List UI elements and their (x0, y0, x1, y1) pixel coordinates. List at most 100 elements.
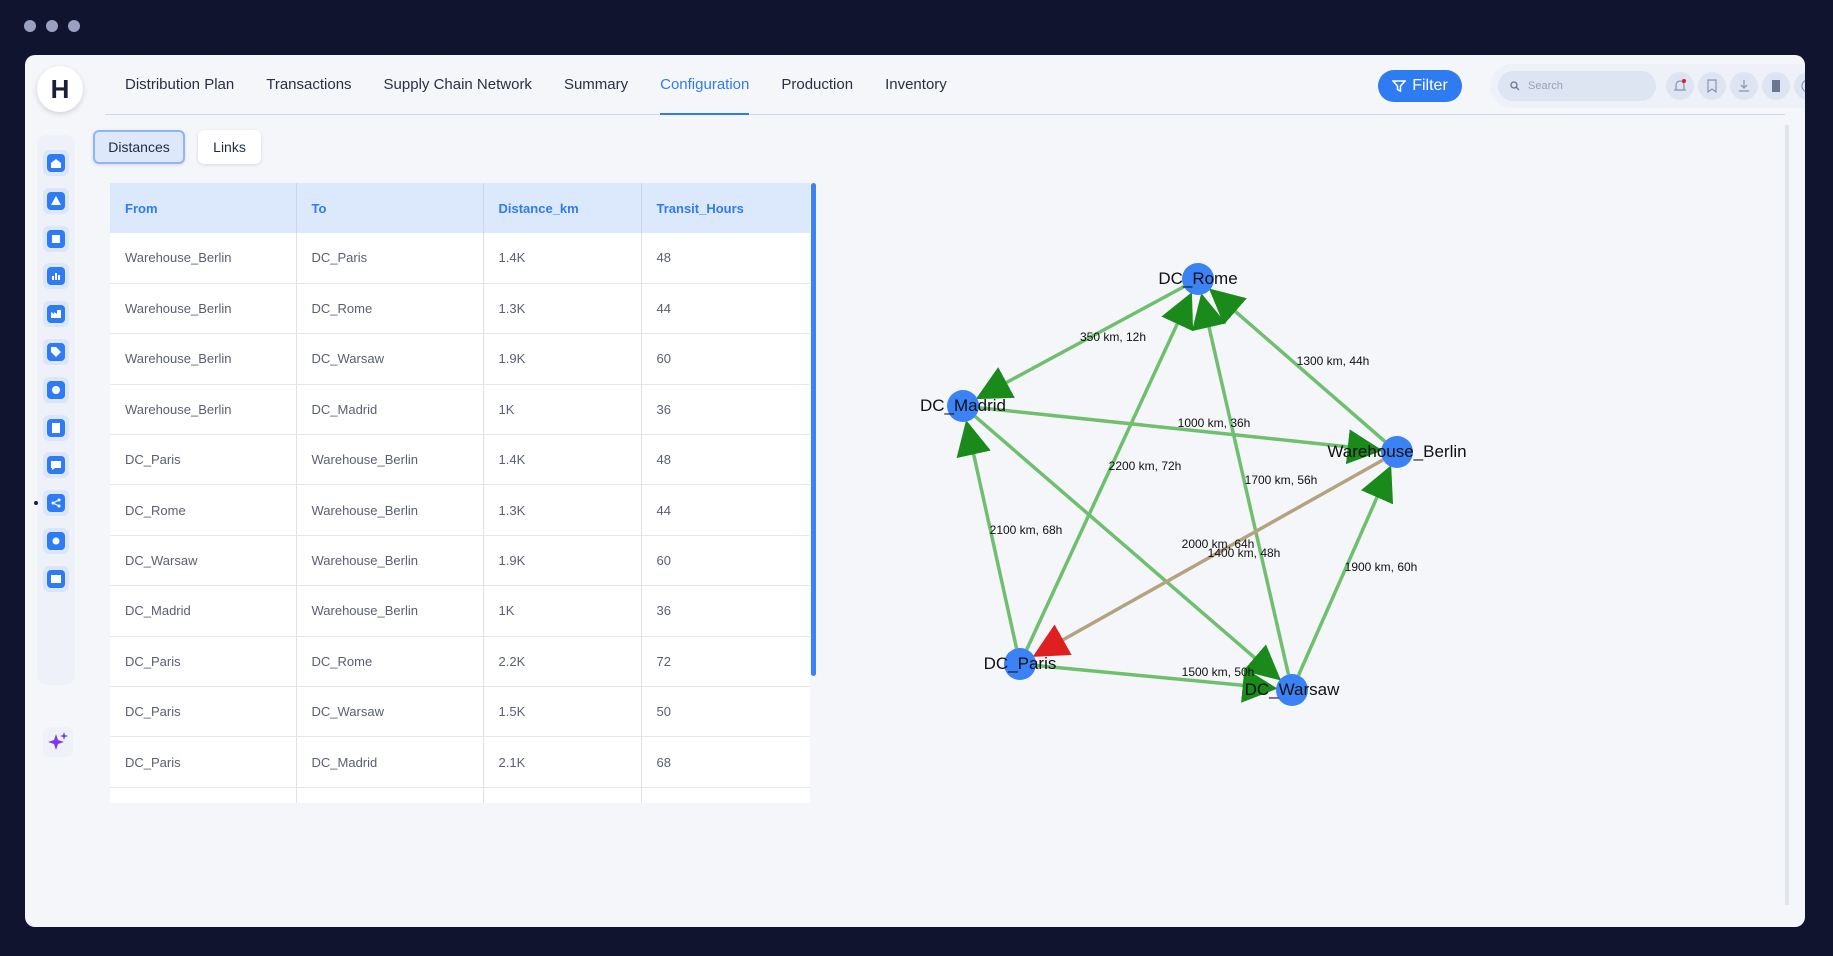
chart-icon (47, 267, 65, 286)
column-header[interactable]: Transit_Hours (641, 183, 810, 233)
table-cell: DC_Paris (110, 636, 297, 688)
tab-production[interactable]: Production (781, 55, 853, 115)
table-row[interactable]: DC_Paris DC_Warsaw 1.5K 50 (110, 686, 810, 738)
table-cell: Warehouse_Berlin (110, 283, 297, 335)
bookmark-button[interactable] (1698, 72, 1726, 100)
filter-label: Filter (1412, 77, 1448, 94)
sparkle-icon (48, 732, 68, 750)
table-row[interactable]: DC_Paris Warehouse_Berlin 1.4K 48 (110, 434, 810, 486)
table-cell: DC_Rome (110, 484, 297, 536)
table-cell: DC_Warsaw (110, 535, 297, 587)
table-cell: 36 (641, 384, 810, 436)
table-cell: Warehouse_Berlin (110, 233, 297, 284)
sidebar-item-mail[interactable] (43, 565, 69, 592)
download-button[interactable] (1730, 72, 1758, 100)
table-row[interactable]: DC_RomeDC_Paris2.2K72 (110, 787, 810, 803)
book-icon (1772, 80, 1780, 92)
network-graph: 350 km, 12h 1300 km, 44h 1000 km, 36h 2200 … (825, 180, 1785, 805)
table-row[interactable]: DC_Warsaw Warehouse_Berlin 1.9K 60 (110, 535, 810, 587)
edge-label: 350 km, 12h (1080, 330, 1146, 344)
sidebar-item-tag[interactable] (43, 339, 69, 365)
node-label: DC_Paris (984, 654, 1057, 673)
table-cell: 48 (641, 233, 810, 284)
edge-label: 1700 km, 56h (1245, 473, 1318, 487)
sidebar-item-home[interactable] (43, 150, 69, 176)
table-cell: DC_Paris (296, 787, 484, 803)
sidebar-item-factory[interactable] (43, 301, 69, 328)
search-box (1498, 71, 1656, 101)
sidebar-item-inventory[interactable] (43, 225, 69, 252)
sidebar-item-network[interactable] (43, 490, 69, 517)
tag-icon (47, 343, 65, 361)
edge-label: 1000 km, 36h (1178, 416, 1251, 430)
table-cell: 1.9K (483, 333, 642, 385)
help-button[interactable] (1794, 72, 1805, 100)
table-row[interactable]: DC_Rome Warehouse_Berlin 1.3K 44 (110, 484, 810, 536)
top-navigation: Distribution Plan Transactions Supply Chai… (105, 55, 1805, 115)
sidebar-item-alert[interactable] (43, 187, 69, 214)
message-icon (47, 456, 65, 475)
node-label: DC_Warsaw (1245, 680, 1340, 699)
bell-icon (1673, 79, 1687, 91)
table-cell: 60 (641, 333, 810, 385)
table-row[interactable]: DC_Paris DC_Madrid 2.1K 68 (110, 736, 810, 788)
sidebar-item-message[interactable] (43, 452, 69, 479)
network-icon (47, 494, 65, 513)
table-cell: DC_Paris (110, 736, 297, 788)
table-cell: 72 (641, 636, 810, 688)
app-logo[interactable]: H (37, 66, 83, 112)
table-cell: DC_Paris (296, 233, 484, 284)
table-cell: 1K (483, 585, 642, 637)
table-cell: 50 (641, 686, 810, 738)
notification-button[interactable] (1666, 72, 1694, 100)
sidebar-item-hand[interactable] (43, 376, 69, 403)
table-row[interactable]: Warehouse_Berlin DC_Paris 1.4K 48 (110, 233, 810, 284)
book-button[interactable] (1762, 72, 1790, 100)
table-cell: DC_Rome (110, 787, 297, 803)
table-row[interactable]: DC_Madrid Warehouse_Berlin 1K 36 (110, 585, 810, 637)
help-icon (1801, 80, 1805, 92)
table-row[interactable]: DC_Paris DC_Rome 2.2K 72 (110, 636, 810, 688)
sidebar-item-chart[interactable] (43, 263, 69, 290)
table-cell: DC_Madrid (296, 736, 484, 788)
toolbar-right (1490, 64, 1805, 108)
inventory-icon (47, 229, 65, 248)
tab-configuration[interactable]: Configuration (660, 55, 750, 115)
table-row[interactable]: Warehouse_Berlin DC_Madrid 1K 36 (110, 384, 810, 436)
table-row[interactable]: Warehouse_Berlin DC_Rome 1.3K 44 (110, 283, 810, 335)
subtab-links[interactable]: Links (198, 130, 261, 164)
table-cell: 1.4K (483, 233, 642, 284)
table-cell: 72 (641, 787, 810, 803)
mail-icon (47, 569, 65, 588)
table-row[interactable]: Warehouse_Berlin DC_Warsaw 1.9K 60 (110, 333, 810, 385)
sidebar-item-settings[interactable] (43, 528, 69, 554)
tab-supply-chain-network[interactable]: Supply Chain Network (384, 55, 532, 115)
search-input[interactable] (1528, 80, 1638, 92)
column-header[interactable]: From (110, 183, 297, 233)
table-cell: Warehouse_Berlin (296, 585, 484, 637)
filter-button[interactable]: Filter (1378, 70, 1462, 102)
hand-icon (47, 380, 65, 399)
tab-summary[interactable]: Summary (564, 55, 628, 115)
table-cell: 44 (641, 484, 810, 536)
factory-icon (47, 305, 65, 324)
page-scrollbar[interactable] (1785, 125, 1789, 905)
sidebar-item-report[interactable] (43, 414, 69, 441)
bookmark-icon (1707, 79, 1717, 93)
column-header[interactable]: Distance_km (483, 183, 642, 233)
table-cell: 1.5K (483, 686, 642, 738)
table-cell: 60 (641, 535, 810, 587)
tab-inventory[interactable]: Inventory (885, 55, 947, 115)
column-header[interactable]: To (296, 183, 484, 233)
subtab-distances[interactable]: Distances (93, 130, 185, 164)
home-icon (47, 154, 65, 172)
table-scrollbar[interactable] (811, 183, 816, 676)
sidebar (34, 135, 75, 685)
alert-icon (47, 191, 65, 210)
table-cell: 48 (641, 434, 810, 486)
table-cell: Warehouse_Berlin (296, 484, 484, 536)
tab-distribution-plan[interactable]: Distribution Plan (125, 55, 234, 115)
tab-transactions[interactable]: Transactions (266, 55, 351, 115)
ai-assistant-button[interactable] (43, 727, 73, 757)
table-cell: DC_Paris (110, 434, 297, 486)
